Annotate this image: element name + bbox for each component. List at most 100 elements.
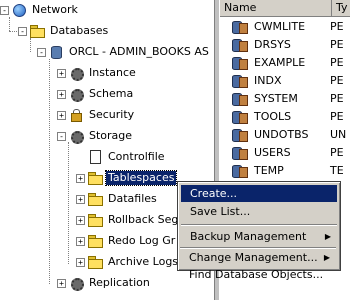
tree-node-redo-log-groups[interactable]: + Redo Log Gr [76, 232, 177, 250]
table-row[interactable]: UNDOTBS UN [220, 126, 350, 143]
table-row[interactable]: DRSYS PE [220, 36, 350, 53]
tablespace-icon [232, 146, 248, 160]
folder-icon [87, 172, 103, 185]
folder-icon [87, 235, 103, 248]
cell-name: SYSTEM [254, 92, 298, 105]
tree-node-controlfile[interactable]: Controlfile [87, 148, 167, 166]
tree-connector [30, 38, 31, 52]
expand-toggle[interactable]: + [76, 236, 85, 246]
cell-name: TOOLS [254, 110, 292, 123]
tree-node-network[interactable]: - Network [0, 1, 80, 19]
tree-node-instance[interactable]: + Instance [57, 64, 138, 82]
database-icon [48, 45, 64, 59]
collapse-toggle[interactable]: - [57, 131, 66, 141]
expand-toggle[interactable]: + [57, 110, 66, 120]
cell-type: PE [330, 56, 344, 69]
collapse-toggle[interactable]: - [37, 47, 46, 57]
collapse-toggle[interactable]: - [0, 5, 9, 15]
tree-label-datafiles: Datafiles [108, 192, 157, 205]
tablespace-icon [232, 74, 248, 88]
submenu-arrow-icon: ▶ [323, 253, 330, 262]
globe-icon [11, 3, 27, 17]
table-row[interactable]: USERS PE [220, 144, 350, 161]
tree-node-security[interactable]: + Security [57, 106, 136, 124]
tree-connector [9, 17, 10, 31]
cell-name: INDX [254, 74, 282, 87]
tree-node-tablespaces[interactable]: + Tablespaces [76, 169, 178, 187]
tablespace-icon [232, 128, 248, 142]
tree-node-datafiles[interactable]: + Datafiles [76, 190, 159, 208]
table-row[interactable]: EXAMPLE PE [220, 54, 350, 71]
expand-toggle[interactable]: + [76, 215, 85, 225]
tree-node-orcl[interactable]: - ORCL - ADMIN_BOOKS AS [37, 43, 211, 61]
tablespace-icon [232, 20, 248, 34]
table-row[interactable]: TEMP TE [220, 162, 350, 179]
tree-label-redo: Redo Log Gr [108, 234, 176, 247]
tree-node-databases[interactable]: - Databases [18, 22, 110, 40]
tree-node-replication[interactable]: + Replication [57, 274, 152, 292]
collapse-toggle[interactable]: - [18, 26, 27, 36]
column-header-type[interactable]: Ty [332, 0, 350, 17]
cell-name: DRSYS [254, 38, 291, 51]
expand-toggle[interactable]: + [76, 257, 85, 267]
cell-name: TEMP [254, 164, 284, 177]
folder-icon [87, 193, 103, 206]
tablespace-icon [232, 38, 248, 52]
table-row[interactable]: TOOLS PE [220, 108, 350, 125]
cell-type: PE [330, 110, 344, 123]
expand-toggle[interactable]: + [57, 278, 66, 288]
folder-icon [87, 214, 103, 227]
tree-label-storage: Storage [89, 129, 133, 142]
tree-label-orcl: ORCL - ADMIN_BOOKS AS [69, 45, 209, 58]
controlfile-icon [87, 150, 103, 164]
cell-name: UNDOTBS [254, 128, 309, 141]
menu-item-label: Change Management... [189, 251, 318, 264]
tree-label-rollback: Rollback Seg [108, 213, 179, 226]
cell-type: UN [330, 128, 347, 141]
menu-item-find-database-objects[interactable]: Find Database Objects... [180, 266, 336, 283]
expand-toggle[interactable]: + [57, 68, 66, 78]
table-row[interactable]: CWMLITE PE [220, 18, 350, 35]
tree-node-archive-logs[interactable]: + Archive Logs [76, 253, 180, 271]
expand-toggle[interactable]: + [57, 89, 66, 99]
folder-icon [87, 256, 103, 269]
cell-type: PE [330, 146, 344, 159]
expand-toggle[interactable]: + [76, 173, 85, 183]
table-row[interactable]: SYSTEM PE [220, 90, 350, 107]
menu-item-change-management-row[interactable]: Change Management... ▶ [180, 249, 336, 266]
tablespace-icon [232, 110, 248, 124]
replication-icon [68, 276, 84, 291]
tablespace-icon [232, 56, 248, 70]
tree-label-replication: Replication [89, 276, 150, 289]
tree-connector [49, 59, 50, 284]
cell-name: CWMLITE [254, 20, 306, 33]
tree-node-rollback-segments[interactable]: + Rollback Seg [76, 211, 180, 229]
cell-type: TE [330, 164, 344, 177]
cell-name: EXAMPLE [254, 56, 306, 69]
cell-type: PE [330, 20, 344, 33]
folder-icon [29, 25, 45, 38]
expand-toggle[interactable]: + [76, 194, 85, 204]
table-row[interactable]: INDX PE [220, 72, 350, 89]
tree-label-network: Network [32, 3, 78, 16]
lock-icon [68, 108, 84, 122]
tree-node-storage[interactable]: - Storage [57, 127, 134, 145]
cell-type: PE [330, 92, 344, 105]
storage-icon [68, 129, 84, 144]
tree-label-tablespaces: Tablespaces [104, 170, 178, 186]
cell-type: PE [330, 74, 344, 87]
tree-label-controlfile: Controlfile [108, 150, 165, 163]
tree-label-security: Security [89, 108, 135, 121]
tree-label-schema: Schema [89, 87, 134, 100]
tree-node-schema[interactable]: + Schema [57, 85, 135, 103]
cell-name: USERS [254, 146, 291, 159]
tablespace-icon [232, 164, 248, 178]
schema-icon [68, 87, 84, 102]
cell-type: PE [330, 38, 344, 51]
column-header-name[interactable]: Name [220, 0, 332, 17]
tree-label-instance: Instance [89, 66, 136, 79]
tree-label-archive: Archive Logs [108, 255, 179, 268]
tablespace-icon [232, 92, 248, 106]
tree-connector [68, 142, 69, 264]
tree-label-databases: Databases [50, 24, 109, 37]
